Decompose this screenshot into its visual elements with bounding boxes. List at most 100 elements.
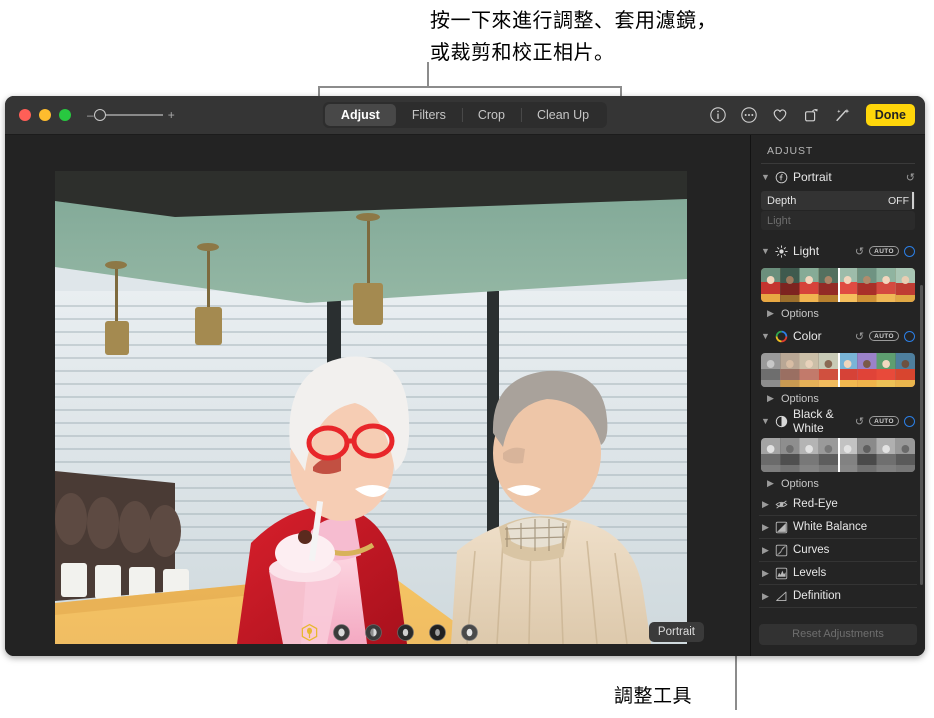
- photo-image[interactable]: [55, 171, 687, 644]
- rotate-icon[interactable]: [802, 106, 820, 124]
- color-options[interactable]: ▶ Options: [759, 389, 917, 408]
- portrait-lighting-bar: Portrait: [5, 608, 750, 656]
- auto-badge[interactable]: AUTO: [869, 245, 899, 257]
- group-black-and-white[interactable]: ▼ Black & White ↺ AUTO: [759, 407, 917, 435]
- photos-editor-window: – + Adjust Filters Crop Clean Up Done Po…: [5, 96, 925, 656]
- portrait-f-icon: [775, 171, 788, 183]
- chevron-right-icon[interactable]: ▶: [761, 591, 770, 602]
- slider-depth[interactable]: Depth OFF: [761, 191, 915, 210]
- lighting-effect-list: [300, 623, 479, 642]
- bw-options-label: Options: [781, 477, 819, 490]
- auto-badge[interactable]: AUTO: [869, 415, 899, 427]
- color-variations-strip[interactable]: [761, 353, 915, 387]
- revert-icon[interactable]: ↺: [855, 245, 864, 258]
- adjust-sidebar-scroll[interactable]: ADJUST ▼ Portrait ↺ Depth OFF Light ▼ Li…: [751, 135, 925, 654]
- sidebar-footer: Reset Adjustments: [751, 612, 925, 656]
- bw-variations-strip[interactable]: [761, 438, 915, 472]
- photo-canvas: Portrait: [5, 135, 750, 656]
- close-button[interactable]: [19, 109, 31, 121]
- chevron-right-icon[interactable]: ▶: [761, 568, 770, 579]
- chevron-right-icon[interactable]: ▶: [766, 478, 775, 489]
- high-key-light-mono-icon[interactable]: [460, 623, 479, 642]
- info-icon[interactable]: [709, 106, 727, 124]
- sidebar-item-definition[interactable]: ▶ Definition: [759, 585, 917, 608]
- chevron-down-icon[interactable]: ▼: [761, 246, 770, 256]
- toggle-ring[interactable]: [904, 330, 915, 342]
- slider-depth-handle[interactable]: [912, 192, 914, 209]
- callout-top-stem: [427, 62, 429, 88]
- magic-wand-icon[interactable]: [833, 106, 851, 124]
- favorite-heart-icon[interactable]: [771, 106, 789, 124]
- sidebar-title: ADJUST: [767, 145, 814, 157]
- more-options-icon[interactable]: [740, 106, 758, 124]
- window-controls[interactable]: [19, 109, 71, 121]
- light-options[interactable]: ▶ Options: [759, 304, 917, 323]
- tab-filters[interactable]: Filters: [396, 104, 462, 126]
- toolbar-actions: Done: [709, 104, 915, 126]
- strip-position-marker[interactable]: [838, 438, 840, 472]
- tab-adjust[interactable]: Adjust: [324, 104, 396, 126]
- studio-light-icon[interactable]: [332, 623, 351, 642]
- light-options-label: Options: [781, 307, 819, 320]
- slider-depth-value: OFF: [888, 194, 909, 207]
- zoom-out-icon[interactable]: –: [87, 109, 94, 121]
- light-variations-strip[interactable]: [761, 268, 915, 302]
- white-balance-icon: [775, 521, 788, 533]
- chevron-right-icon[interactable]: ▶: [761, 522, 770, 533]
- group-color[interactable]: ▼ Color ↺ AUTO: [759, 323, 917, 349]
- bw-options[interactable]: ▶ Options: [759, 474, 917, 493]
- minimize-button[interactable]: [39, 109, 51, 121]
- chevron-down-icon[interactable]: ▼: [761, 416, 770, 426]
- slider-light-label: Light: [767, 214, 791, 227]
- revert-icon[interactable]: ↺: [855, 415, 864, 428]
- stage-light-mono-icon[interactable]: [428, 623, 447, 642]
- revert-icon[interactable]: ↺: [906, 171, 915, 184]
- done-button[interactable]: Done: [865, 104, 915, 126]
- auto-badge[interactable]: AUTO: [869, 330, 899, 342]
- revert-icon[interactable]: ↺: [855, 330, 864, 343]
- natural-light-icon[interactable]: [300, 623, 319, 642]
- zoom-slider[interactable]: – +: [87, 109, 175, 121]
- zoom-button[interactable]: [59, 109, 71, 121]
- group-light[interactable]: ▼ Light ↺ AUTO: [759, 238, 917, 264]
- callout-bottom-text: 調整工具: [614, 685, 693, 707]
- chevron-down-icon[interactable]: ▼: [761, 172, 770, 182]
- definition-icon: [776, 591, 787, 601]
- reset-adjustments-button[interactable]: Reset Adjustments: [759, 623, 917, 645]
- chevron-down-icon[interactable]: ▼: [761, 331, 770, 341]
- chevron-right-icon[interactable]: ▶: [761, 499, 770, 510]
- sidebar-item-red-eye[interactable]: ▶ Red-Eye: [759, 493, 917, 516]
- slider-depth-label: Depth: [767, 194, 797, 207]
- slider-light[interactable]: Light: [761, 211, 915, 230]
- adjust-sidebar: ADJUST ▼ Portrait ↺ Depth OFF Light ▼ Li…: [750, 135, 925, 656]
- contour-light-icon[interactable]: [364, 623, 383, 642]
- toggle-ring[interactable]: [904, 415, 915, 427]
- zoom-slider-knob[interactable]: [93, 109, 106, 121]
- sidebar-item-white-balance[interactable]: ▶ White Balance: [759, 516, 917, 539]
- window-body: Portrait ADJUST ▼ Portrait ↺ Depth OFF L…: [5, 135, 925, 656]
- strip-position-marker[interactable]: [838, 353, 840, 387]
- curves-icon: [775, 544, 788, 556]
- edit-mode-tabs: Adjust Filters Crop Clean Up: [322, 102, 608, 128]
- sidebar-scrollbar[interactable]: [920, 285, 923, 585]
- group-portrait[interactable]: ▼ Portrait ↺: [759, 164, 917, 190]
- chevron-right-icon[interactable]: ▶: [766, 308, 775, 319]
- sidebar-item-label: White Balance: [793, 521, 868, 533]
- sidebar-item-levels[interactable]: ▶ Levels: [759, 562, 917, 585]
- strip-position-marker[interactable]: [838, 268, 840, 302]
- zoom-slider-track[interactable]: [93, 109, 163, 121]
- group-bw-label: Black & White: [793, 407, 834, 435]
- chevron-right-icon[interactable]: ▶: [766, 393, 775, 404]
- sidebar-item-curves[interactable]: ▶ Curves: [759, 539, 917, 562]
- sidebar-item-label: Curves: [793, 544, 830, 556]
- zoom-in-icon[interactable]: +: [168, 109, 175, 121]
- tab-clean-up[interactable]: Clean Up: [520, 104, 605, 126]
- chevron-right-icon[interactable]: ▶: [761, 545, 770, 556]
- toggle-ring[interactable]: [904, 245, 915, 257]
- group-light-label: Light: [793, 244, 820, 258]
- group-portrait-label: Portrait: [793, 170, 832, 184]
- portrait-button[interactable]: Portrait: [648, 622, 704, 642]
- stage-light-icon[interactable]: [396, 623, 415, 642]
- group-color-label: Color: [793, 329, 822, 343]
- tab-crop[interactable]: Crop: [461, 104, 521, 126]
